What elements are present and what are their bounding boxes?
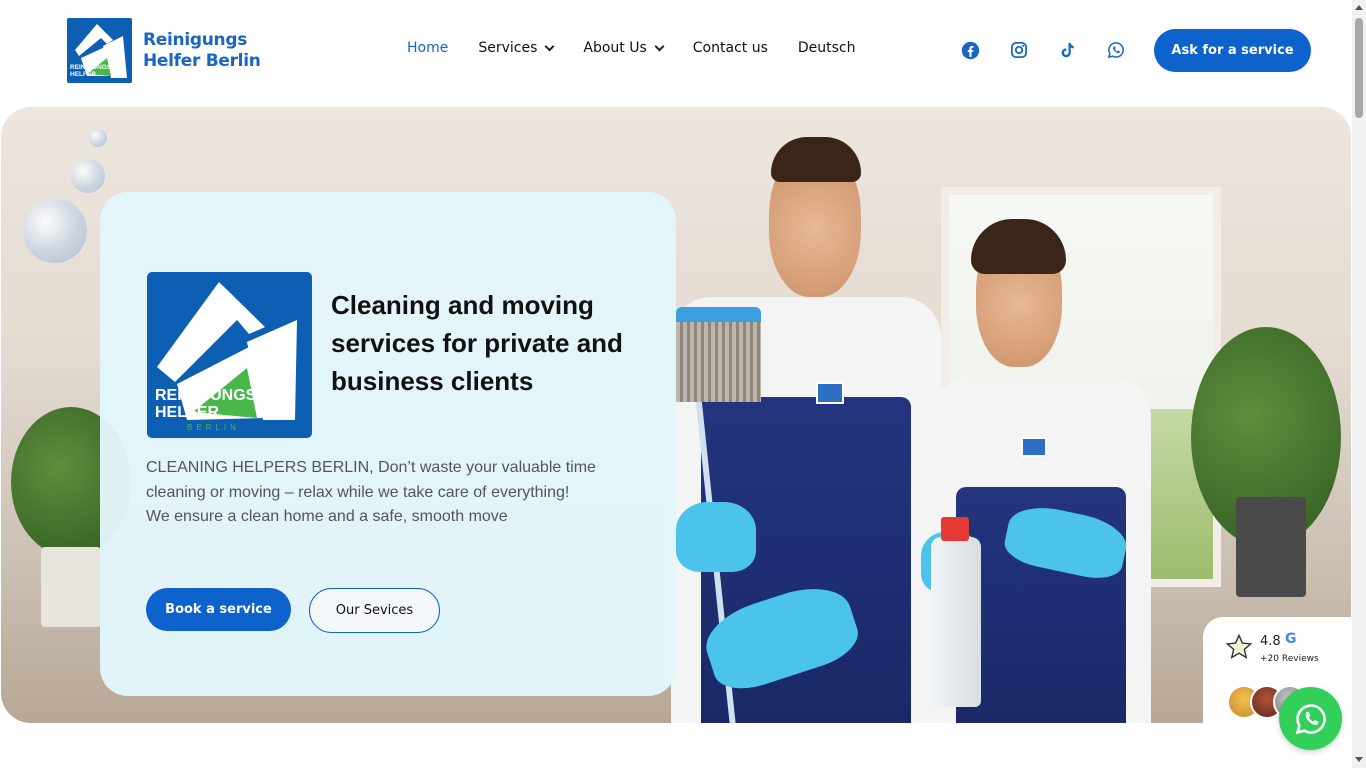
brand-name-line1: Reinigungs [143,29,248,50]
hero-description: CLEANING HELPERS BERLIN, Don’t waste you… [146,456,646,530]
page-scrollbar[interactable] [1352,0,1366,768]
nav-contact-label: Contact us [692,40,768,56]
nav-about-label: About Us [583,40,647,56]
pot-right [1236,497,1306,597]
nav-deutsch-label: Deutsch [797,40,856,56]
main-nav: Home Services About Us Contact us Deutsc… [407,40,886,56]
facebook-icon[interactable] [960,40,980,60]
book-service-button[interactable]: Book a service [146,588,291,631]
svg-text:REINIGUNGS: REINIGUNGS [70,64,112,71]
chevron-down-icon [544,41,555,51]
review-count: +20 Reviews [1260,654,1319,664]
brand-name-line2: Helfer Berlin [143,50,261,71]
svg-text:HELFER: HELFER [70,71,96,78]
site-header: REINIGUNGS HELFER Reinigungs Helfer Berl… [0,0,1352,100]
logo-image: REINIGUNGS HELFER [67,18,132,83]
brand-name: Reinigungs Helfer Berlin [143,30,261,72]
hero-section: REINIGUNGS HELFER BERLIN Cleaning and mo… [1,107,1351,723]
hero-intro-card: REINIGUNGS HELFER BERLIN Cleaning and mo… [100,192,676,696]
ask-for-service-button[interactable]: Ask for a service [1154,29,1311,72]
review-rating: 4.8 [1260,634,1281,649]
google-icon: G [1285,631,1297,647]
brand-logo[interactable]: REINIGUNGS HELFER Reinigungs Helfer Berl… [67,18,261,83]
nav-home[interactable]: Home [407,40,448,56]
nav-home-label: Home [407,40,449,56]
svg-text:BERLIN: BERLIN [187,423,240,432]
tiktok-icon[interactable] [1057,40,1077,60]
social-links [960,40,1154,60]
whatsapp-chat-button[interactable] [1279,687,1342,750]
whatsapp-icon [1295,703,1326,734]
nav-about-us[interactable]: About Us [583,40,665,56]
our-services-button[interactable]: Our Sevices [309,588,440,633]
bubble-decoration [71,159,105,193]
nav-language-deutsch[interactable]: Deutsch [798,40,856,56]
instagram-icon[interactable] [1009,40,1029,60]
svg-text:REINIGUNGS: REINIGUNGS [155,387,257,404]
whatsapp-icon[interactable] [1106,40,1126,60]
scroll-up-arrow[interactable] [1355,5,1363,10]
bubble-decoration [89,129,107,147]
star-icon [1225,633,1253,659]
cleaner-man-image [671,137,951,723]
nav-services[interactable]: Services [478,40,555,56]
chevron-down-icon [654,41,665,51]
bubble-decoration [23,199,87,263]
nav-contact-us[interactable]: Contact us [693,40,768,56]
hero-description-line1: CLEANING HELPERS BERLIN, Don’t waste you… [146,459,596,501]
card-logo-image: REINIGUNGS HELFER BERLIN [147,272,312,438]
hero-description-line2: We ensure a clean home and a safe, smoot… [146,508,508,525]
scrollbar-thumb[interactable] [1355,18,1363,118]
svg-text:HELFER: HELFER [155,404,219,421]
cleaner-woman-image [921,217,1161,723]
pot-left [41,547,101,627]
nav-services-label: Services [478,40,538,56]
scroll-down-arrow[interactable] [1355,757,1363,762]
hero-title: Cleaning and moving services for private… [331,290,623,396]
